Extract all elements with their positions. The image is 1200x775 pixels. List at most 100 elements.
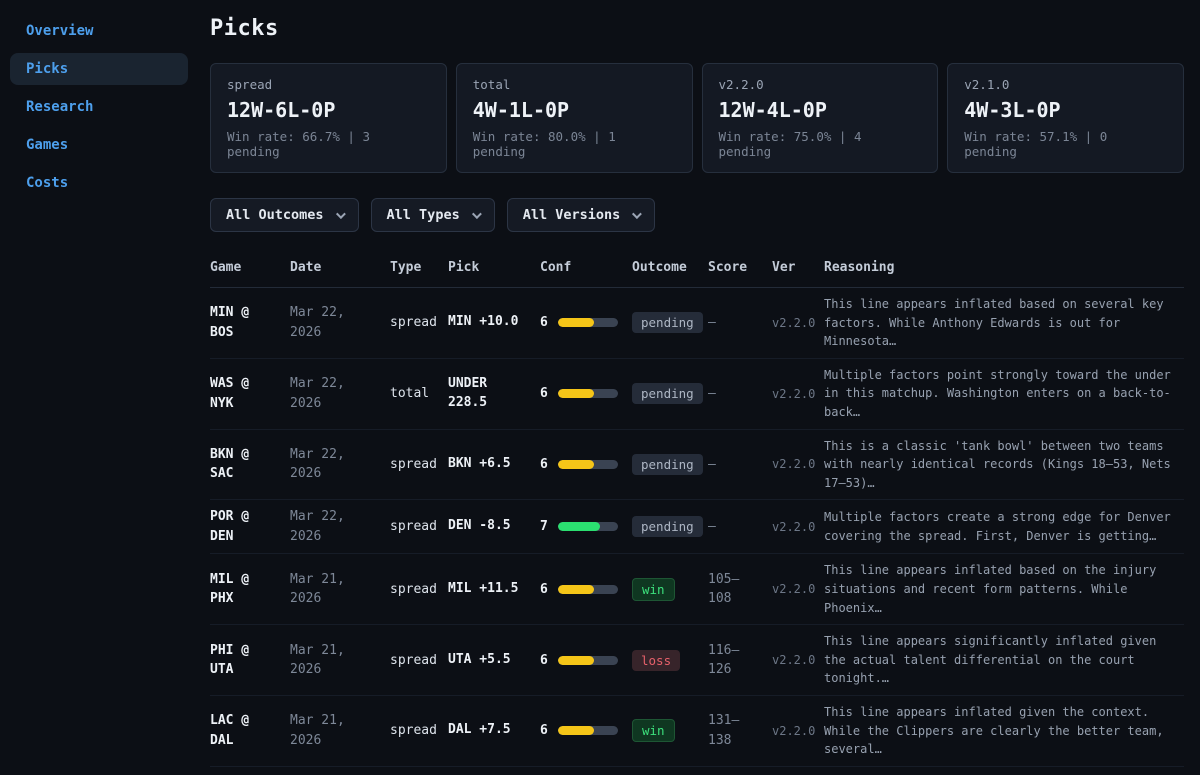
stat-card-subtext: Win rate: 80.0% | 1 pending bbox=[473, 129, 676, 159]
outcome-badge: pending bbox=[632, 454, 703, 475]
column-header-conf: Conf bbox=[540, 260, 632, 275]
reasoning-cell: This line appears inflated based on seve… bbox=[824, 295, 1184, 351]
pick-cell: UNDER 228.5 bbox=[448, 375, 540, 413]
stat-card-label: v2.1.0 bbox=[964, 77, 1167, 92]
confidence-value: 6 bbox=[540, 723, 548, 738]
outcome-badge: pending bbox=[632, 312, 703, 333]
chevron-down-icon bbox=[472, 209, 482, 219]
pick-cell: DEN -8.5 bbox=[448, 517, 540, 536]
table-row[interactable]: MIN @ BOS Mar 22, 2026 spread MIN +10.0 … bbox=[210, 288, 1184, 359]
game-cell: MIN @ BOS bbox=[210, 303, 290, 342]
confidence-cell: 7 bbox=[540, 519, 632, 534]
outcomes-filter-dropdown[interactable]: All Outcomes bbox=[210, 198, 359, 232]
version-cell: v2.2.0 bbox=[772, 316, 824, 330]
stat-cards: spread 12W-6L-0P Win rate: 66.7% | 3 pen… bbox=[210, 63, 1184, 173]
confidence-meter: 6 bbox=[540, 653, 624, 668]
table-row[interactable]: BKN @ SAC Mar 22, 2026 spread BKN +6.5 6… bbox=[210, 430, 1184, 501]
column-header-reasoning: Reasoning bbox=[824, 260, 1184, 275]
type-cell: spread bbox=[390, 315, 448, 330]
stat-card-spread: spread 12W-6L-0P Win rate: 66.7% | 3 pen… bbox=[210, 63, 447, 173]
outcome-cell: win bbox=[632, 578, 708, 601]
versions-filter-label: All Versions bbox=[523, 207, 621, 223]
confidence-cell: 6 bbox=[540, 582, 632, 597]
score-cell: – bbox=[708, 313, 772, 333]
versions-filter-dropdown[interactable]: All Versions bbox=[507, 198, 656, 232]
confidence-bar bbox=[558, 389, 618, 398]
sidebar-item-research[interactable]: Research bbox=[10, 91, 188, 123]
outcome-cell: win bbox=[632, 719, 708, 742]
pick-cell: BKN +6.5 bbox=[448, 455, 540, 474]
column-header-date: Date bbox=[290, 260, 390, 275]
game-cell: WAS @ NYK bbox=[210, 374, 290, 413]
confidence-cell: 6 bbox=[540, 386, 632, 401]
stat-card-record: 12W-4L-0P bbox=[719, 98, 922, 122]
confidence-bar-fill bbox=[558, 726, 594, 735]
confidence-value: 6 bbox=[540, 582, 548, 597]
table-row[interactable]: MIA @ HOU Mar 21, 2026 spread MIA +3.0 6… bbox=[210, 767, 1184, 775]
version-cell: v2.2.0 bbox=[772, 582, 824, 596]
outcome-cell: pending bbox=[632, 454, 708, 475]
confidence-value: 6 bbox=[540, 653, 548, 668]
table-row[interactable]: POR @ DEN Mar 22, 2026 spread DEN -8.5 7… bbox=[210, 500, 1184, 554]
sidebar-item-costs[interactable]: Costs bbox=[10, 167, 188, 199]
reasoning-cell: This line appears inflated given the con… bbox=[824, 703, 1184, 759]
confidence-bar-fill bbox=[558, 318, 594, 327]
outcome-cell: pending bbox=[632, 383, 708, 404]
table-row[interactable]: MIL @ PHX Mar 21, 2026 spread MIL +11.5 … bbox=[210, 554, 1184, 625]
sidebar-item-picks[interactable]: Picks bbox=[10, 53, 188, 85]
game-cell: LAC @ DAL bbox=[210, 711, 290, 750]
types-filter-dropdown[interactable]: All Types bbox=[371, 198, 495, 232]
type-cell: spread bbox=[390, 653, 448, 668]
type-cell: total bbox=[390, 386, 448, 401]
score-cell: 105–108 bbox=[708, 570, 772, 609]
stat-card-subtext: Win rate: 57.1% | 0 pending bbox=[964, 129, 1167, 159]
chevron-down-icon bbox=[632, 209, 642, 219]
sidebar-item-overview[interactable]: Overview bbox=[10, 15, 188, 47]
stat-card-subtext: Win rate: 75.0% | 4 pending bbox=[719, 129, 922, 159]
column-header-score: Score bbox=[708, 260, 772, 275]
confidence-meter: 6 bbox=[540, 723, 624, 738]
confidence-bar-fill bbox=[558, 522, 600, 531]
date-cell: Mar 22, 2026 bbox=[290, 374, 390, 413]
confidence-cell: 6 bbox=[540, 723, 632, 738]
reasoning-cell: Multiple factors point strongly toward t… bbox=[824, 366, 1184, 422]
table-header: Game Date Type Pick Conf Outcome Score V… bbox=[210, 252, 1184, 288]
column-header-outcome: Outcome bbox=[632, 260, 708, 275]
game-cell: PHI @ UTA bbox=[210, 641, 290, 680]
type-cell: spread bbox=[390, 723, 448, 738]
reasoning-cell: Multiple factors create a strong edge fo… bbox=[824, 508, 1184, 545]
date-cell: Mar 22, 2026 bbox=[290, 507, 390, 546]
confidence-bar bbox=[558, 460, 618, 469]
type-cell: spread bbox=[390, 582, 448, 597]
sidebar-item-games[interactable]: Games bbox=[10, 129, 188, 161]
version-cell: v2.2.0 bbox=[772, 457, 824, 471]
stat-card-record: 4W-1L-0P bbox=[473, 98, 676, 122]
version-cell: v2.2.0 bbox=[772, 653, 824, 667]
table-row[interactable]: LAC @ DAL Mar 21, 2026 spread DAL +7.5 6… bbox=[210, 696, 1184, 767]
stat-card-subtext: Win rate: 66.7% | 3 pending bbox=[227, 129, 430, 159]
outcome-cell: pending bbox=[632, 516, 708, 537]
outcome-badge: loss bbox=[632, 650, 680, 671]
version-cell: v2.2.0 bbox=[772, 387, 824, 401]
score-cell: 131–138 bbox=[708, 711, 772, 750]
chevron-down-icon bbox=[336, 209, 346, 219]
outcome-cell: pending bbox=[632, 312, 708, 333]
score-cell: – bbox=[708, 517, 772, 537]
reasoning-cell: This line appears significantly inflated… bbox=[824, 632, 1184, 688]
date-cell: Mar 21, 2026 bbox=[290, 641, 390, 680]
confidence-value: 6 bbox=[540, 386, 548, 401]
version-cell: v2.2.0 bbox=[772, 724, 824, 738]
confidence-bar bbox=[558, 522, 618, 531]
pick-cell: MIN +10.0 bbox=[448, 313, 540, 332]
table-row[interactable]: PHI @ UTA Mar 21, 2026 spread UTA +5.5 6… bbox=[210, 625, 1184, 696]
column-header-type: Type bbox=[390, 260, 448, 275]
confidence-bar-fill bbox=[558, 656, 594, 665]
confidence-bar-fill bbox=[558, 389, 594, 398]
table-row[interactable]: WAS @ NYK Mar 22, 2026 total UNDER 228.5… bbox=[210, 359, 1184, 430]
reasoning-cell: This is a classic 'tank bowl' between tw… bbox=[824, 437, 1184, 493]
outcome-cell: loss bbox=[632, 650, 708, 671]
game-cell: POR @ DEN bbox=[210, 507, 290, 546]
date-cell: Mar 22, 2026 bbox=[290, 303, 390, 342]
column-header-pick: Pick bbox=[448, 260, 540, 275]
outcome-badge: pending bbox=[632, 516, 703, 537]
